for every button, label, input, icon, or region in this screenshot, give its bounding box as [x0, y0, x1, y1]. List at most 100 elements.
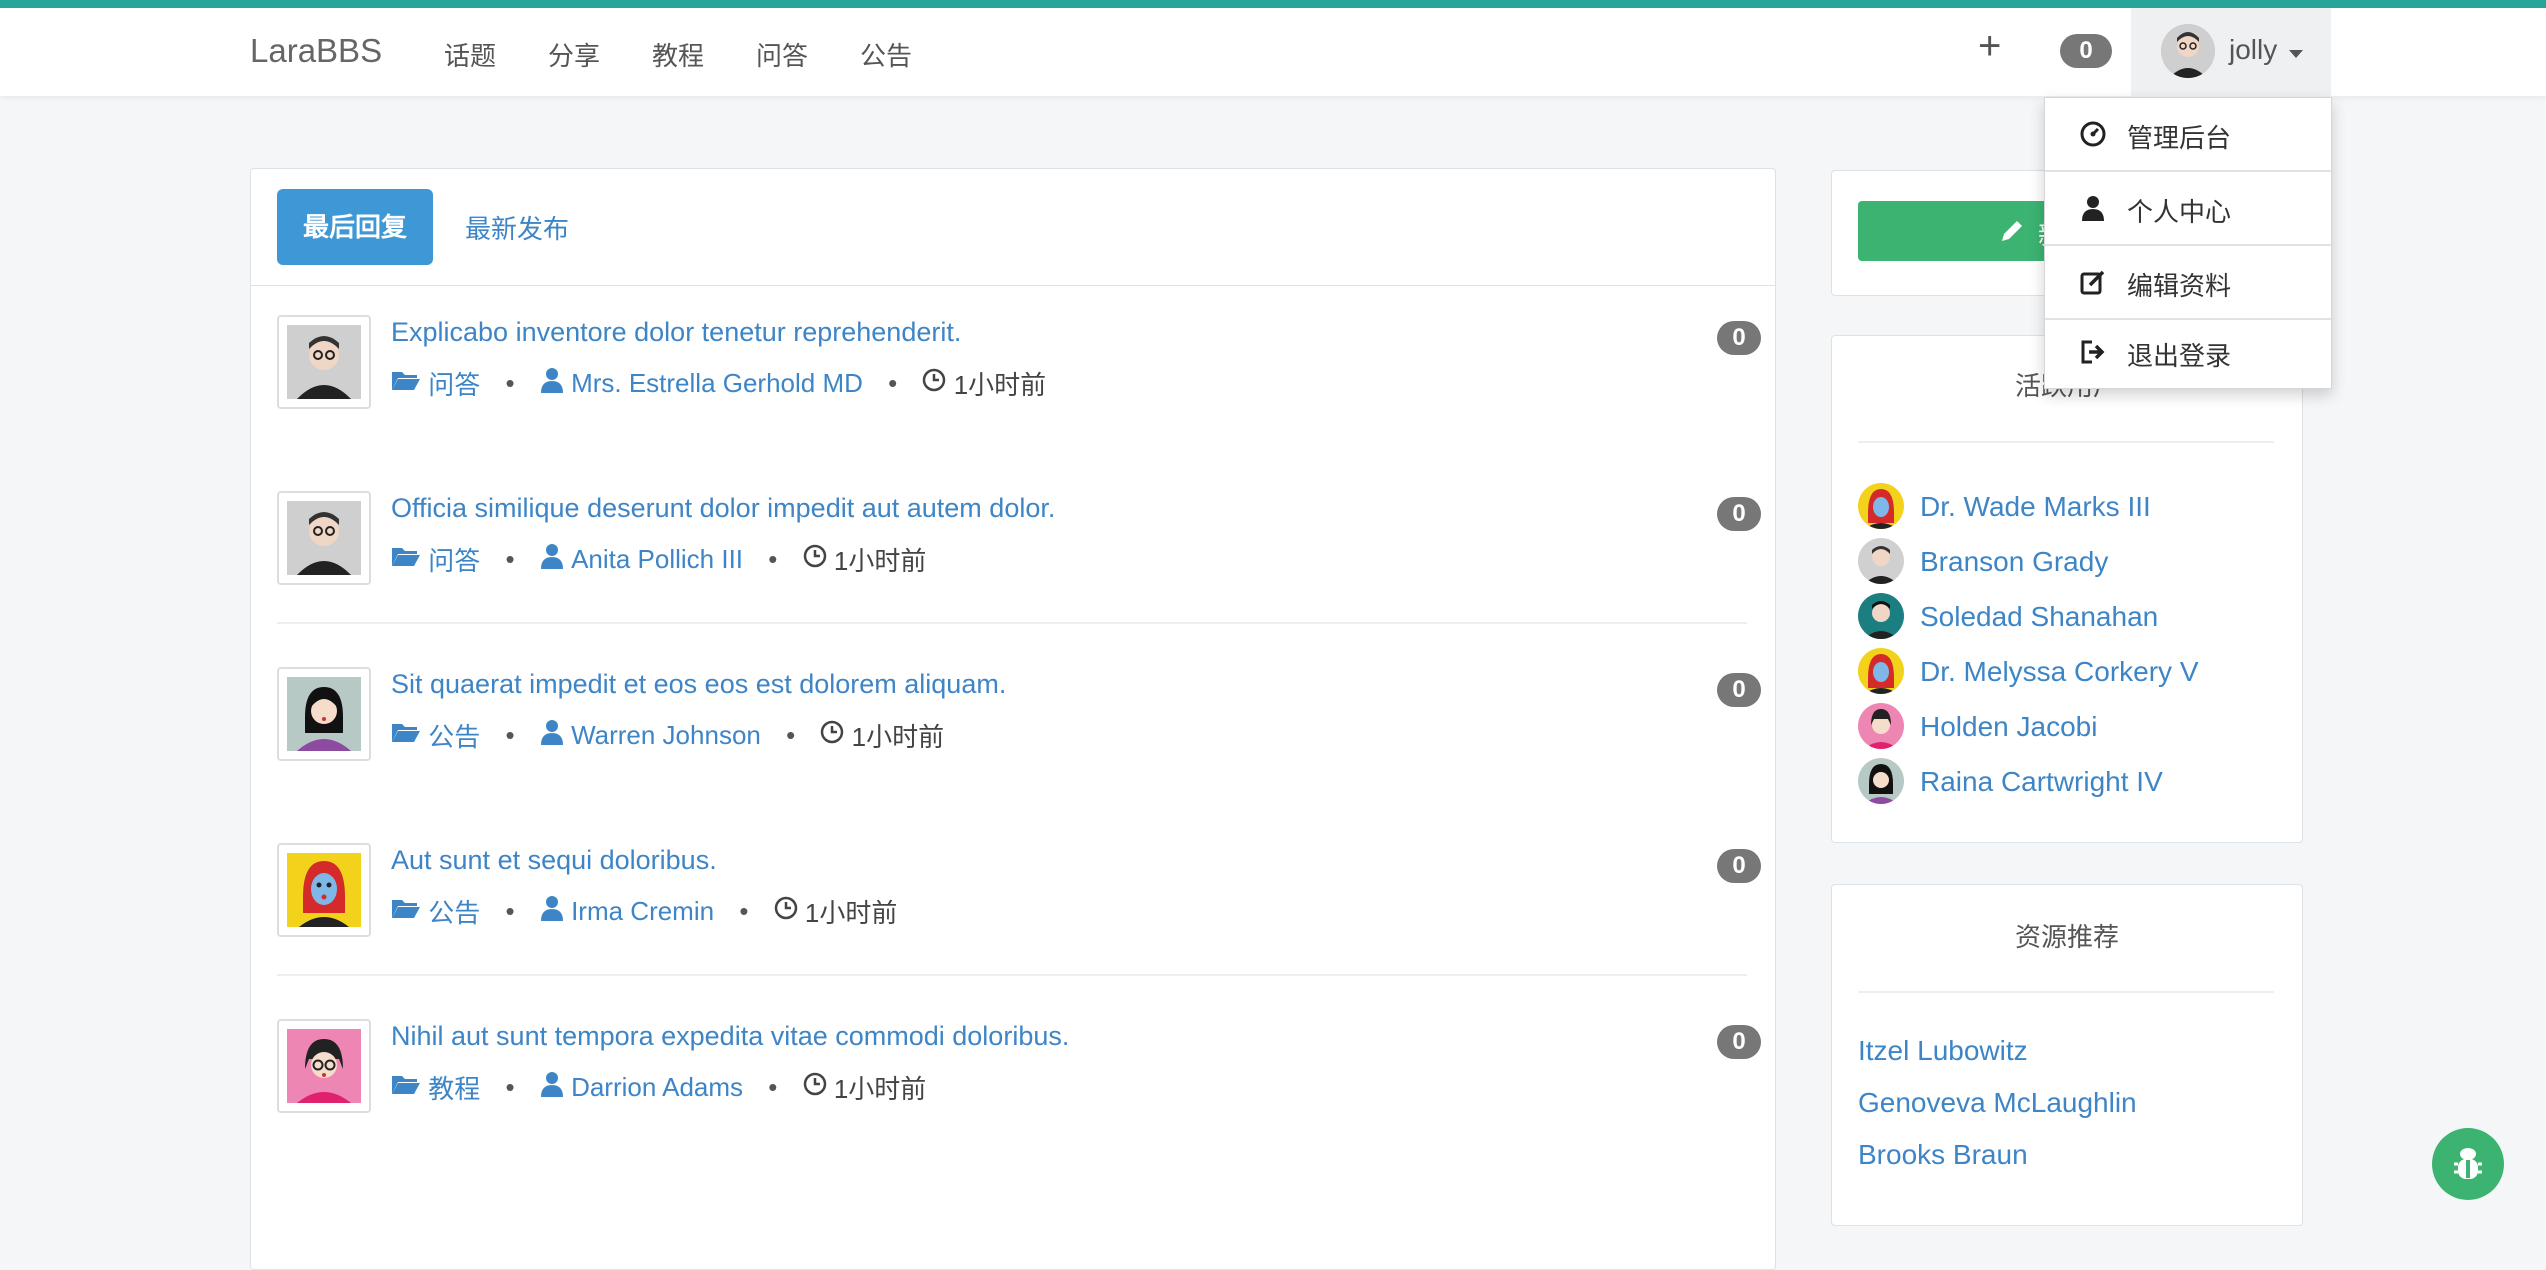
topic-meta: 问答 • Mrs. Estrella Gerhold MD • 1小时前 — [391, 365, 1046, 402]
separator-dot: • — [768, 1072, 778, 1102]
folder-icon — [391, 896, 421, 927]
active-user-name: Raina Cartwright IV — [1920, 766, 2163, 797]
divider — [277, 974, 1747, 976]
nav-link-qa[interactable]: 问答 — [756, 36, 808, 73]
topic-title-link[interactable]: Sit quaerat impedit et eos eos est dolor… — [391, 669, 1006, 700]
user-icon — [540, 543, 564, 576]
debug-bar-button[interactable] — [2432, 1128, 2504, 1200]
category-link[interactable]: 公告 — [428, 893, 480, 930]
topic-time: 1小时前 — [833, 546, 927, 576]
topic-title-link[interactable]: Officia similique deserunt dolor impedit… — [391, 493, 1055, 524]
tab-recent-reply[interactable]: 最后回复 — [277, 189, 433, 265]
list-item: Officia similique deserunt dolor impedit… — [277, 491, 1761, 666]
divider — [1858, 991, 2274, 993]
avatar[interactable] — [277, 1019, 371, 1113]
user-dropdown-menu: 管理后台 个人中心 编辑资料 退出登录 — [2044, 97, 2332, 389]
avatar[interactable] — [277, 315, 371, 409]
avatar[interactable] — [277, 491, 371, 585]
topic-time: 1小时前 — [833, 1074, 927, 1104]
separator-dot: • — [505, 1072, 515, 1102]
menu-item-edit-profile[interactable]: 编辑资料 — [2045, 246, 2331, 318]
user-icon — [540, 895, 564, 928]
list-item: Nihil aut sunt tempora expedita vitae co… — [277, 1019, 1761, 1194]
author-link[interactable]: Anita Pollich III — [571, 544, 743, 575]
user-menu-toggle[interactable]: jolly — [2131, 8, 2331, 96]
topic-meta: 教程 • Darrion Adams • 1小时前 — [391, 1069, 926, 1106]
resource-link[interactable]: Itzel Lubowitz — [1858, 1035, 2028, 1067]
author-link[interactable]: Mrs. Estrella Gerhold MD — [571, 368, 863, 399]
user-icon — [540, 719, 564, 752]
author-link[interactable]: Warren Johnson — [571, 720, 761, 751]
reply-count-badge: 0 — [1717, 321, 1761, 355]
nav-link-topics[interactable]: 话题 — [444, 36, 496, 73]
topic-time: 1小时前 — [953, 370, 1047, 400]
author-link[interactable]: Irma Cremin — [571, 896, 714, 927]
topic-title-link[interactable]: Aut sunt et sequi doloribus. — [391, 845, 717, 876]
folder-icon — [391, 1072, 421, 1103]
menu-item-label: 管理后台 — [2127, 123, 2232, 153]
caret-down-icon — [2289, 50, 2303, 58]
category-link[interactable]: 问答 — [428, 541, 480, 578]
separator-dot: • — [505, 544, 515, 574]
nav-link-share[interactable]: 分享 — [548, 36, 600, 73]
separator-dot: • — [768, 544, 778, 574]
separator-dot: • — [786, 720, 796, 750]
reply-count-badge: 0 — [1717, 1025, 1761, 1059]
topic-title-link[interactable]: Nihil aut sunt tempora expedita vitae co… — [391, 1021, 1069, 1052]
active-user-name: Dr. Wade Marks III — [1920, 491, 2151, 522]
nav-link-announcement[interactable]: 公告 — [860, 36, 912, 73]
reply-count-badge: 0 — [1717, 497, 1761, 531]
user-icon — [540, 1071, 564, 1104]
clock-icon — [803, 1072, 827, 1103]
logout-icon — [2081, 340, 2105, 364]
topic-meta: 公告 • Irma Cremin • 1小时前 — [391, 893, 897, 930]
notification-badge[interactable]: 0 — [2060, 34, 2112, 68]
clock-icon — [803, 544, 827, 575]
topic-tabs: 最后回复 最新发布 — [251, 169, 1775, 286]
user-name: jolly — [2229, 34, 2278, 65]
menu-item-logout[interactable]: 退出登录 — [2045, 316, 2331, 388]
resource-link[interactable]: Brooks Braun — [1858, 1139, 2028, 1171]
topic-time: 1小时前 — [851, 722, 945, 752]
avatar[interactable] — [277, 667, 371, 761]
divider — [1858, 441, 2274, 443]
dashboard-icon — [2080, 121, 2106, 147]
author-link[interactable]: Darrion Adams — [571, 1072, 743, 1103]
topic-meta: 公告 • Warren Johnson • 1小时前 — [391, 717, 944, 754]
active-user-name: Branson Grady — [1920, 546, 2109, 577]
navbar: LaraBBS 话题 分享 教程 问答 公告 + 0 jolly — [0, 8, 2546, 96]
topic-list-panel: 最后回复 最新发布 Explicabo inventore dolor tene… — [250, 168, 1776, 1270]
avatar — [1858, 648, 1904, 694]
avatar — [1858, 538, 1904, 584]
menu-item-label: 编辑资料 — [2127, 271, 2232, 301]
avatar — [1858, 703, 1904, 749]
brand-logo[interactable]: LaraBBS — [250, 32, 382, 70]
divider — [277, 622, 1747, 624]
category-link[interactable]: 问答 — [428, 365, 480, 402]
edit-icon — [2080, 270, 2105, 295]
active-user-name: Soledad Shanahan — [1920, 601, 2159, 632]
tab-recent-post[interactable]: 最新发布 — [465, 209, 569, 246]
avatar — [1858, 483, 1904, 529]
topic-meta: 问答 • Anita Pollich III • 1小时前 — [391, 541, 926, 578]
avatar — [2161, 24, 2215, 78]
resources-card: 资源推荐 Itzel Lubowitz Genoveva McLaughlin … — [1831, 884, 2303, 1226]
menu-item-profile[interactable]: 个人中心 — [2045, 172, 2331, 244]
separator-dot: • — [739, 896, 749, 926]
active-user-name: Dr. Melyssa Corkery V — [1920, 656, 2199, 687]
folder-icon — [391, 368, 421, 399]
menu-item-label: 个人中心 — [2127, 197, 2232, 227]
menu-item-admin[interactable]: 管理后台 — [2045, 98, 2331, 170]
reply-count-badge: 0 — [1717, 673, 1761, 707]
avatar[interactable] — [277, 843, 371, 937]
category-link[interactable]: 公告 — [428, 717, 480, 754]
folder-icon — [391, 720, 421, 751]
category-link[interactable]: 教程 — [428, 1069, 480, 1106]
user-icon — [540, 367, 564, 400]
reply-count-badge: 0 — [1717, 849, 1761, 883]
topic-title-link[interactable]: Explicabo inventore dolor tenetur repreh… — [391, 317, 961, 348]
nav-link-tutorial[interactable]: 教程 — [652, 36, 704, 73]
resource-link[interactable]: Genoveva McLaughlin — [1858, 1087, 2137, 1119]
clock-icon — [922, 368, 946, 399]
create-topic-plus-icon[interactable]: + — [1978, 26, 2001, 66]
